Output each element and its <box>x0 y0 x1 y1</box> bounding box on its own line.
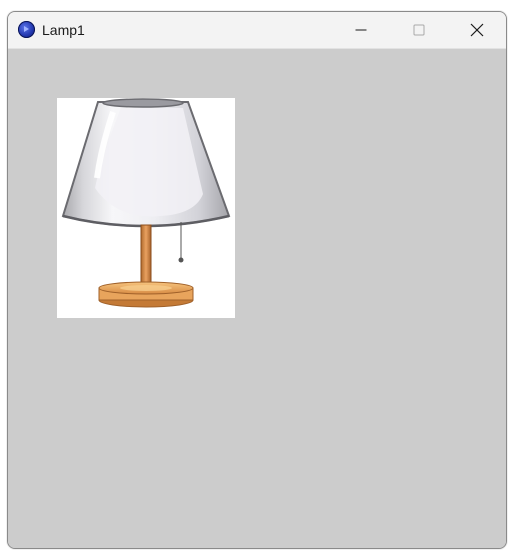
title-bar[interactable]: Lamp1 <box>8 12 506 49</box>
table-lamp-icon <box>61 98 231 308</box>
close-button[interactable] <box>448 12 506 48</box>
minimize-button[interactable] <box>332 12 390 48</box>
maximize-button[interactable] <box>390 12 448 48</box>
app-window: Lamp1 <box>7 11 507 549</box>
client-area <box>8 49 506 548</box>
window-title: Lamp1 <box>42 22 85 38</box>
maximize-icon <box>413 24 425 36</box>
close-icon <box>470 23 484 37</box>
app-icon[interactable] <box>18 21 35 38</box>
lamp-picture <box>57 98 235 318</box>
minimize-icon <box>355 29 367 31</box>
